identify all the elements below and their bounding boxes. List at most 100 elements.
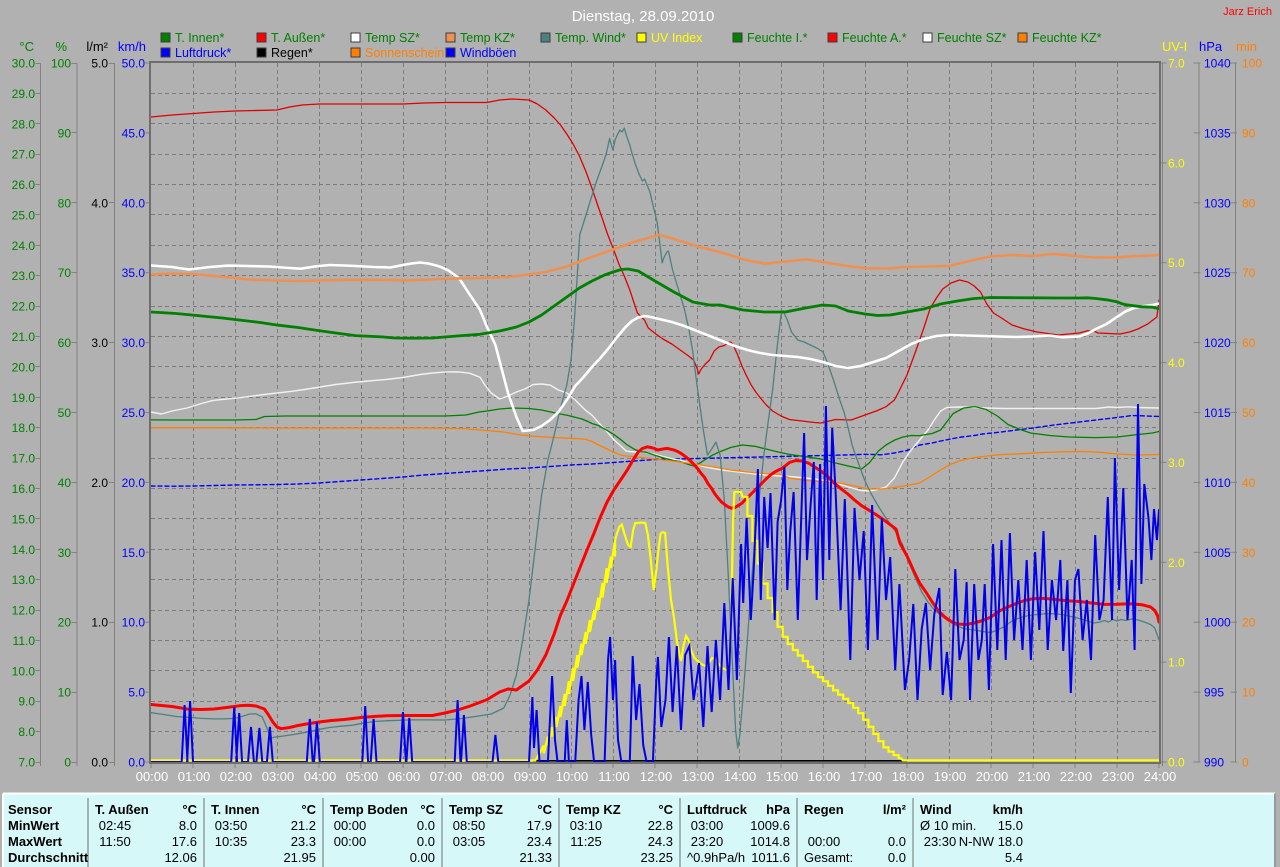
svg-text:Temp KZ: Temp KZ (566, 802, 621, 817)
svg-text:l/m²: l/m² (86, 39, 108, 54)
svg-text:5.0: 5.0 (128, 686, 145, 700)
svg-text:°C: °C (182, 802, 197, 817)
svg-text:Luftdruck*: Luftdruck* (175, 46, 231, 60)
svg-text:03:00: 03:00 (691, 818, 724, 833)
svg-text:17.6: 17.6 (172, 834, 197, 849)
svg-text:km/h: km/h (993, 802, 1023, 817)
svg-text:2.0: 2.0 (1168, 556, 1185, 570)
svg-text:0.0: 0.0 (417, 818, 435, 833)
svg-text:21.95: 21.95 (283, 850, 316, 865)
svg-text:3.0: 3.0 (91, 336, 108, 350)
svg-text:50.0: 50.0 (122, 57, 146, 71)
svg-text:18:00: 18:00 (892, 769, 925, 784)
svg-text:min: min (1236, 39, 1257, 54)
svg-text:Temp SZ*: Temp SZ* (365, 31, 420, 45)
svg-text:23.3: 23.3 (291, 834, 316, 849)
svg-text:21.0: 21.0 (12, 330, 36, 344)
svg-text:10.0: 10.0 (122, 616, 146, 630)
svg-text:100: 100 (51, 57, 71, 71)
svg-text:50: 50 (1242, 406, 1256, 420)
svg-text:Wind: Wind (920, 802, 952, 817)
svg-text:Sensor: Sensor (8, 802, 52, 817)
svg-text:°C: °C (301, 802, 316, 817)
svg-text:Temp Boden: Temp Boden (330, 802, 408, 817)
svg-text:22.8: 22.8 (648, 818, 673, 833)
svg-text:05:00: 05:00 (346, 769, 379, 784)
svg-text:12.0: 12.0 (12, 604, 36, 618)
svg-text:°C: °C (19, 39, 34, 54)
svg-text:30.0: 30.0 (122, 336, 146, 350)
svg-text:1.0: 1.0 (1168, 656, 1185, 670)
svg-text:1000: 1000 (1204, 616, 1231, 630)
svg-text:Jarz Erich: Jarz Erich (1223, 6, 1272, 18)
svg-text:7.0: 7.0 (18, 756, 35, 770)
svg-text:T. Innen*: T. Innen* (175, 31, 224, 45)
svg-text:1040: 1040 (1204, 57, 1231, 71)
svg-text:24.0: 24.0 (12, 239, 36, 253)
svg-text:29.0: 29.0 (12, 87, 36, 101)
svg-text:0.0: 0.0 (91, 756, 108, 770)
svg-text:15:00: 15:00 (766, 769, 799, 784)
svg-text:20: 20 (1242, 616, 1256, 630)
svg-text:70: 70 (58, 266, 72, 280)
svg-text:27.0: 27.0 (12, 148, 36, 162)
svg-text:Regen: Regen (804, 802, 844, 817)
svg-text:5.0: 5.0 (1168, 256, 1185, 270)
svg-text:19.0: 19.0 (12, 391, 36, 405)
svg-text:°C: °C (537, 802, 552, 817)
svg-text:03:50: 03:50 (215, 818, 248, 833)
svg-text:90: 90 (1242, 126, 1256, 140)
svg-text:14:00: 14:00 (724, 769, 757, 784)
svg-text:T. Außen*: T. Außen* (271, 31, 325, 45)
svg-text:11:50: 11:50 (99, 834, 131, 849)
svg-text:0.00: 0.00 (410, 850, 435, 865)
svg-text:13.0: 13.0 (12, 573, 36, 587)
svg-text:00:00: 00:00 (808, 834, 841, 849)
svg-text:23.0: 23.0 (12, 269, 36, 283)
svg-text:21:00: 21:00 (1018, 769, 1051, 784)
svg-text:1020: 1020 (1204, 336, 1231, 350)
svg-text:10: 10 (58, 686, 72, 700)
svg-text:21.2: 21.2 (291, 818, 316, 833)
svg-text:11:00: 11:00 (598, 769, 630, 784)
svg-text:13:00: 13:00 (682, 769, 715, 784)
svg-text:hPa: hPa (766, 802, 791, 817)
svg-text:15.0: 15.0 (122, 546, 146, 560)
svg-text:80: 80 (1242, 196, 1256, 210)
svg-text:Temp KZ*: Temp KZ* (460, 31, 515, 45)
svg-text:6.0: 6.0 (1168, 156, 1185, 170)
svg-text:02:00: 02:00 (220, 769, 253, 784)
svg-text:15.0: 15.0 (12, 512, 36, 526)
svg-text:1010: 1010 (1204, 476, 1231, 490)
svg-text:km/h: km/h (118, 39, 146, 54)
svg-text:19:00: 19:00 (934, 769, 967, 784)
svg-text:T. Innen: T. Innen (211, 802, 259, 817)
svg-text:09:00: 09:00 (514, 769, 547, 784)
svg-text:24:00: 24:00 (1144, 769, 1177, 784)
svg-text:1015: 1015 (1204, 406, 1231, 420)
svg-text:90: 90 (58, 126, 72, 140)
svg-text:Temp SZ: Temp SZ (449, 802, 503, 817)
svg-text:08:50: 08:50 (453, 818, 486, 833)
svg-text:28.0: 28.0 (12, 117, 36, 131)
svg-text:45.0: 45.0 (122, 126, 146, 140)
svg-text:MinWert: MinWert (8, 818, 60, 833)
svg-text:1009.6: 1009.6 (750, 818, 790, 833)
svg-text:1035: 1035 (1204, 126, 1231, 140)
svg-text:3.0: 3.0 (1168, 456, 1185, 470)
svg-text:Temp. Wind*: Temp. Wind* (555, 31, 626, 45)
svg-text:03:05: 03:05 (453, 834, 486, 849)
svg-text:Ø 10 min.: Ø 10 min. (920, 818, 976, 833)
svg-text:00:00: 00:00 (334, 834, 367, 849)
svg-text:Dienstag, 28.09.2010: Dienstag, 28.09.2010 (572, 8, 715, 25)
svg-text:Feuchte A.*: Feuchte A.* (842, 31, 907, 45)
svg-text:21.33: 21.33 (519, 850, 552, 865)
svg-text:0.0: 0.0 (1168, 756, 1185, 770)
svg-text:17.0: 17.0 (12, 452, 36, 466)
svg-text:T. Außen: T. Außen (95, 802, 149, 817)
svg-text:15.0: 15.0 (998, 818, 1023, 833)
svg-text:30: 30 (58, 546, 72, 560)
svg-text:20:00: 20:00 (976, 769, 1009, 784)
svg-text:995: 995 (1204, 686, 1224, 700)
svg-text:MaxWert: MaxWert (8, 834, 63, 849)
